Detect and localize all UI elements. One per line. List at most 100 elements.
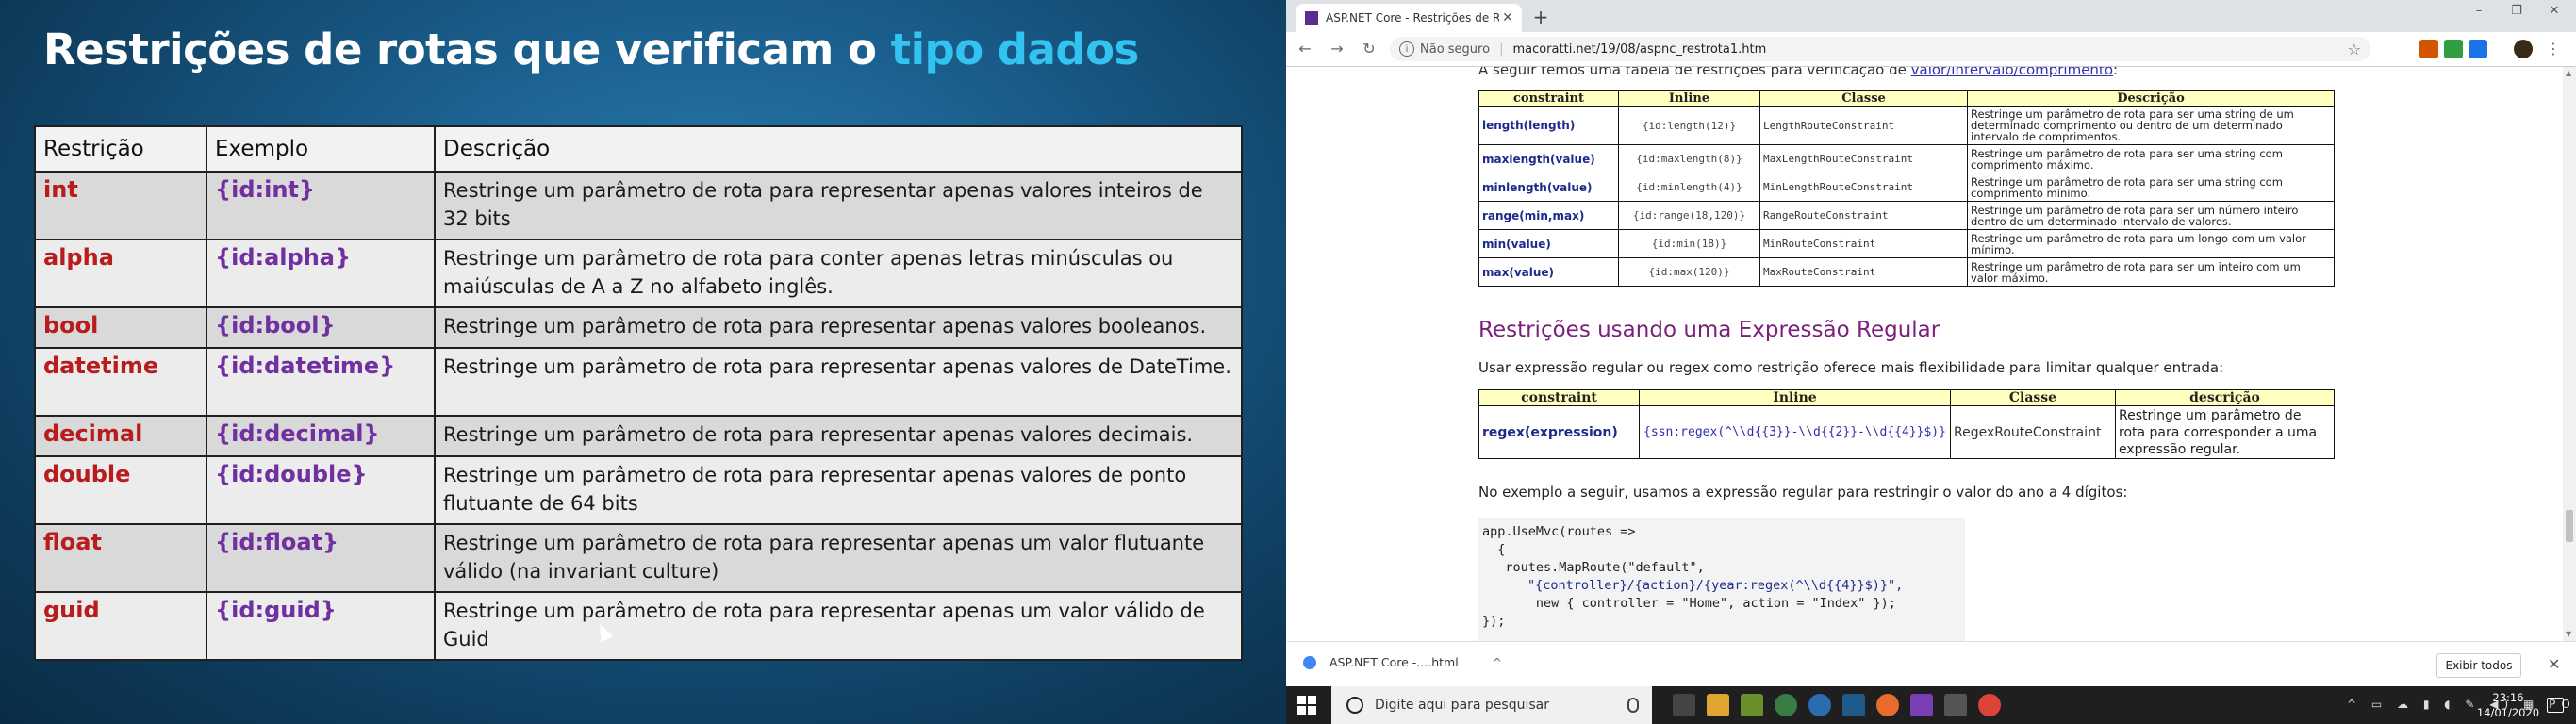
show-all-button[interactable]: Exibir todos bbox=[2436, 653, 2521, 678]
table-row: double {id:double} Restringe um parâmetr… bbox=[34, 455, 1243, 525]
restriction-desc: Restringe um parâmetro de rota para repr… bbox=[434, 591, 1243, 661]
chrome-file-icon bbox=[1303, 655, 1316, 669]
notification-icon[interactable] bbox=[2547, 698, 2564, 713]
download-close-icon[interactable]: ✕ bbox=[2548, 655, 2560, 673]
header-descricao: Descrição bbox=[434, 125, 1243, 173]
file-explorer-icon[interactable] bbox=[1707, 694, 1729, 716]
minimize-button[interactable]: – bbox=[2465, 4, 2493, 23]
download-shelf: ASP.NET Core -....html ^ Exibir todos ✕ bbox=[1286, 641, 2576, 686]
restriction-desc: Restringe um parâmetro de rota para repr… bbox=[434, 347, 1243, 417]
security-label[interactable]: Não seguro bbox=[1420, 42, 1490, 57]
download-item[interactable]: ASP.NET Core -....html ^ bbox=[1303, 655, 1502, 669]
system-tray: ^ ▭ ☁ ▮ ◖ ✎ ◀) ▦ POR 23:16 14/01/2020 bbox=[2347, 686, 2576, 724]
restriction-example: {id:float} bbox=[206, 523, 436, 593]
forward-arrow-icon[interactable]: → bbox=[1328, 40, 1346, 58]
app-icon[interactable] bbox=[1876, 694, 1899, 716]
table-row: float {id:float} Restringe um parâmetro … bbox=[34, 523, 1243, 593]
microphone-icon[interactable] bbox=[1627, 698, 1639, 713]
regex-constraint-table: constraint Inline Classe descrição regex… bbox=[1478, 389, 2335, 459]
table-row: bool {id:bool} Restringe um parâmetro de… bbox=[34, 306, 1243, 349]
visual-studio-icon[interactable] bbox=[1910, 694, 1933, 716]
intro-link[interactable]: valor/intervalo/comprimento bbox=[1911, 67, 2113, 78]
table-row: alpha {id:alpha} Restringe um parâmetro … bbox=[34, 239, 1243, 308]
regex-section-heading: Restrições usando uma Expressão Regular bbox=[1478, 318, 1940, 342]
browser-window: ASP.NET Core - Restrições de R ✕ + – ❐ ✕… bbox=[1286, 0, 2576, 686]
tab-aspnet-core[interactable]: ASP.NET Core - Restrições de R ✕ bbox=[1296, 4, 1522, 32]
restriction-example: {id:guid} bbox=[206, 591, 436, 661]
header-exemplo: Exemplo bbox=[206, 125, 436, 173]
restriction-example: {id:bool} bbox=[206, 306, 436, 349]
taskbar-search-input[interactable]: Digite aqui para pesquisar bbox=[1375, 698, 1627, 713]
restriction-name: bool bbox=[34, 306, 207, 349]
maximize-button[interactable]: ❐ bbox=[2502, 4, 2531, 23]
browser-toolbar: ← → ↻ i Não seguro | macoratti.net/19/08… bbox=[1286, 32, 2576, 67]
scroll-thumb[interactable] bbox=[2566, 510, 2573, 542]
table-header-row: constraint Inline Classe Descrição bbox=[1478, 90, 2335, 107]
restriction-example: {id:int} bbox=[206, 171, 436, 240]
slide-title-main: Restrições de rotas que verificam o bbox=[43, 25, 891, 74]
bookmark-star-icon[interactable]: ☆ bbox=[2348, 41, 2361, 58]
windows-taskbar: Digite aqui para pesquisar ^ ▭ ☁ ▮ ◖ ✎ ◀… bbox=[1286, 686, 2576, 724]
slide-title-highlight: tipo dados bbox=[890, 25, 1140, 74]
restriction-desc: Restringe um parâmetro de rota para repr… bbox=[434, 523, 1243, 593]
table-row: min(value) {id:min(18)} MinRouteConstrai… bbox=[1478, 229, 2335, 258]
app-icon[interactable] bbox=[1775, 694, 1797, 716]
restriction-desc: Restringe um parâmetro de rota para repr… bbox=[434, 306, 1243, 349]
tab-close-icon[interactable]: ✕ bbox=[1499, 10, 1516, 25]
app-icon[interactable] bbox=[1741, 694, 1763, 716]
table-row: range(min,max) {id:range(18,120)} RangeR… bbox=[1478, 201, 2335, 230]
restriction-name: guid bbox=[34, 591, 207, 661]
cortana-icon bbox=[1346, 697, 1363, 714]
presentation-slide: Restrições de rotas que verificam o tipo… bbox=[0, 0, 1286, 724]
web-page-content: A seguir temos uma tabela de restrições … bbox=[1286, 67, 2563, 641]
page-scrollbar[interactable]: ▲ ▼ bbox=[2563, 67, 2576, 641]
reload-icon[interactable]: ↻ bbox=[1360, 40, 1379, 58]
slide-title: Restrições de rotas que verificam o tipo… bbox=[43, 25, 1139, 74]
translate-icon[interactable] bbox=[2469, 40, 2487, 58]
table-header-row: Restrição Exemplo Descrição bbox=[34, 125, 1243, 173]
info-icon[interactable]: i bbox=[1399, 41, 1414, 57]
chrome-icon[interactable] bbox=[1978, 694, 2001, 716]
taskbar-search[interactable]: Digite aqui para pesquisar bbox=[1331, 686, 1652, 724]
app-icon[interactable] bbox=[1944, 694, 1967, 716]
restriction-name: datetime bbox=[34, 347, 207, 417]
new-tab-button[interactable]: + bbox=[1529, 6, 1552, 28]
restriction-name: float bbox=[34, 523, 207, 593]
scroll-down-icon[interactable]: ▼ bbox=[2566, 630, 2573, 638]
kebab-menu-icon[interactable]: ⋮ bbox=[2546, 40, 2561, 58]
length-constraints-table: constraint Inline Classe Descrição lengt… bbox=[1478, 90, 2335, 287]
restriction-name: decimal bbox=[34, 415, 207, 457]
tab-strip: ASP.NET Core - Restrições de R ✕ + – ❐ ✕ bbox=[1286, 0, 2576, 32]
extension-icon[interactable] bbox=[2419, 40, 2438, 58]
app-icon[interactable] bbox=[1808, 694, 1831, 716]
table-row: datetime {id:datetime} Restringe um parâ… bbox=[34, 347, 1243, 417]
table-header-row: constraint Inline Classe descrição bbox=[1478, 389, 2335, 406]
restriction-example: {id:alpha} bbox=[206, 239, 436, 308]
windows-start-icon[interactable] bbox=[1297, 696, 1316, 715]
aspnet-favicon-icon bbox=[1305, 11, 1318, 25]
table-row: int {id:int} Restringe um parâmetro de r… bbox=[34, 171, 1243, 240]
extension-check-icon[interactable] bbox=[2444, 40, 2463, 58]
restriction-desc: Restringe um parâmetro de rota para repr… bbox=[434, 455, 1243, 525]
scroll-up-icon[interactable]: ▲ bbox=[2566, 69, 2573, 77]
table-row: decimal {id:decimal} Restringe um parâme… bbox=[34, 415, 1243, 457]
restriction-example: {id:datetime} bbox=[206, 347, 436, 417]
back-arrow-icon[interactable]: ← bbox=[1296, 40, 1314, 58]
chevron-up-icon[interactable]: ^ bbox=[1493, 656, 1502, 669]
profile-avatar[interactable] bbox=[2514, 40, 2533, 58]
vscode-icon[interactable] bbox=[1842, 694, 1865, 716]
table-row: regex(expression) {ssn:regex(^\\d{{3}}-\… bbox=[1478, 405, 2335, 459]
restriction-example: {id:decimal} bbox=[206, 415, 436, 457]
clock[interactable]: 23:16 14/01/2020 bbox=[2475, 690, 2541, 720]
example-text: No exemplo a seguir, usamos a expressão … bbox=[1478, 484, 2128, 501]
intro-text: A seguir temos uma tabela de restrições … bbox=[1478, 67, 2118, 78]
table-row: minlength(value) {id:minlength(4)} MinLe… bbox=[1478, 173, 2335, 202]
address-bar[interactable]: i Não seguro | macoratti.net/19/08/aspnc… bbox=[1390, 37, 2370, 61]
url-text[interactable]: macoratti.net/19/08/aspnc_restrota1.htm bbox=[1512, 42, 2347, 57]
store-icon[interactable] bbox=[1673, 694, 1695, 716]
table-row: maxlength(value) {id:maxlength(8)} MaxLe… bbox=[1478, 144, 2335, 173]
tray-icons[interactable]: ^ ▭ ☁ ▮ ◖ ✎ ◀) ▦ POR bbox=[2347, 698, 2576, 711]
window-close-button[interactable]: ✕ bbox=[2540, 4, 2568, 23]
header-restricao: Restrição bbox=[34, 125, 207, 173]
divider: | bbox=[1499, 41, 1504, 57]
